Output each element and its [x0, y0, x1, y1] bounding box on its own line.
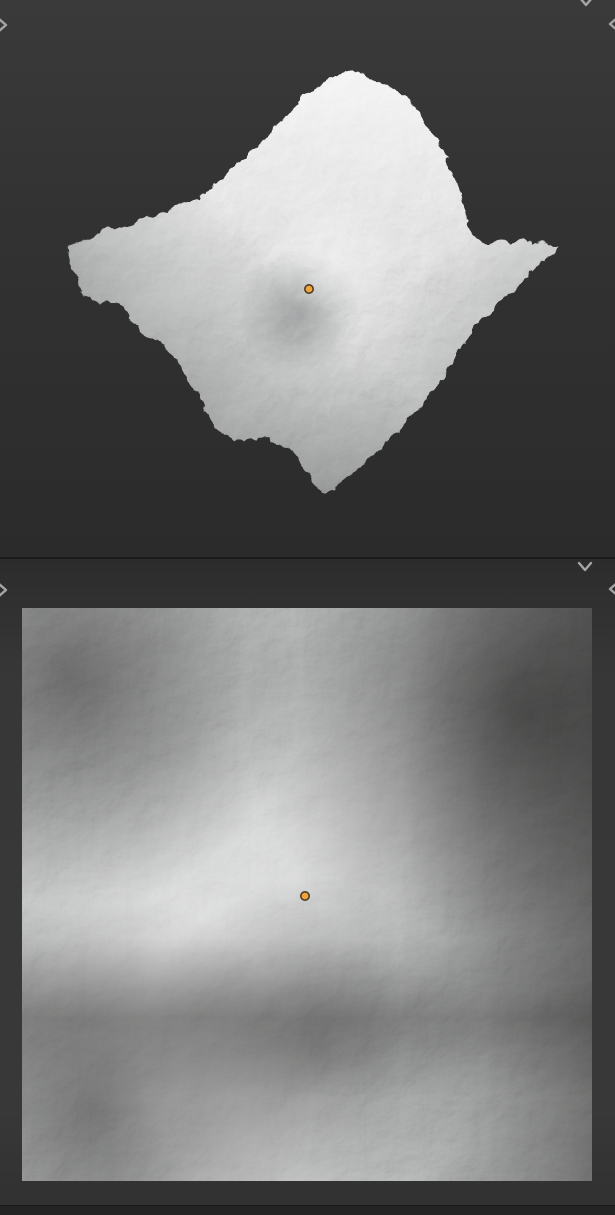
- chevron-down-icon[interactable]: [577, 559, 593, 575]
- origin-point-marker[interactable]: [305, 285, 313, 293]
- chevron-left-icon[interactable]: [606, 581, 615, 597]
- app-window: [0, 0, 615, 1214]
- chevron-right-icon[interactable]: [0, 582, 11, 598]
- origin-point-marker[interactable]: [301, 892, 309, 900]
- terrain-topdown-render: [22, 608, 592, 1181]
- rendered-terrain-image: [22, 608, 592, 1181]
- terrain-mesh[interactable]: [40, 40, 580, 510]
- viewport-topdown-render[interactable]: [0, 559, 615, 1205]
- chevron-down-icon[interactable]: [578, 0, 594, 10]
- chevron-right-icon[interactable]: [0, 17, 11, 33]
- chevron-left-icon[interactable]: [606, 16, 615, 32]
- terrain-3d-render: [0, 0, 615, 558]
- viewport-3d-perspective[interactable]: [0, 0, 615, 558]
